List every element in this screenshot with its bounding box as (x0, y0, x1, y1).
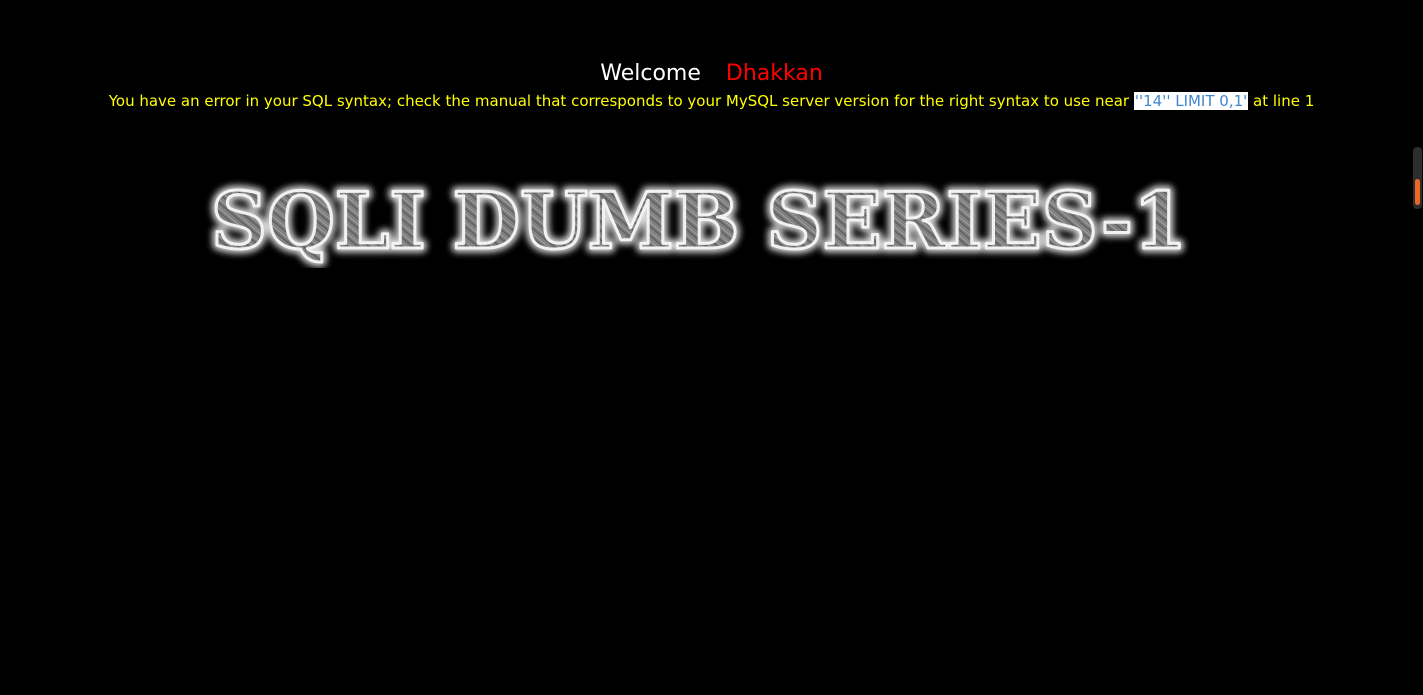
welcome-label: Welcome (600, 61, 701, 86)
welcome-message: Welcome Dhakkan (0, 60, 1423, 88)
scrollbar-thumb[interactable] (1415, 179, 1420, 205)
sql-error-highlight: ''14'' LIMIT 0,1' (1133, 92, 1249, 110)
username-label: Dhakkan (725, 61, 823, 86)
banner-title-image: SQLI DUMB SERIES-1 SQLI DUMB SERIES-1 (207, 176, 1192, 268)
sql-error-suffix: at line 1 (1248, 92, 1315, 110)
sql-error-message: You have an error in your SQL syntax; ch… (0, 90, 1423, 112)
sql-error-prefix: You have an error in your SQL syntax; ch… (108, 92, 1134, 110)
banner-title-text: SQLI DUMB SERIES-1 (211, 176, 1187, 267)
scrollbar[interactable] (1413, 147, 1422, 209)
